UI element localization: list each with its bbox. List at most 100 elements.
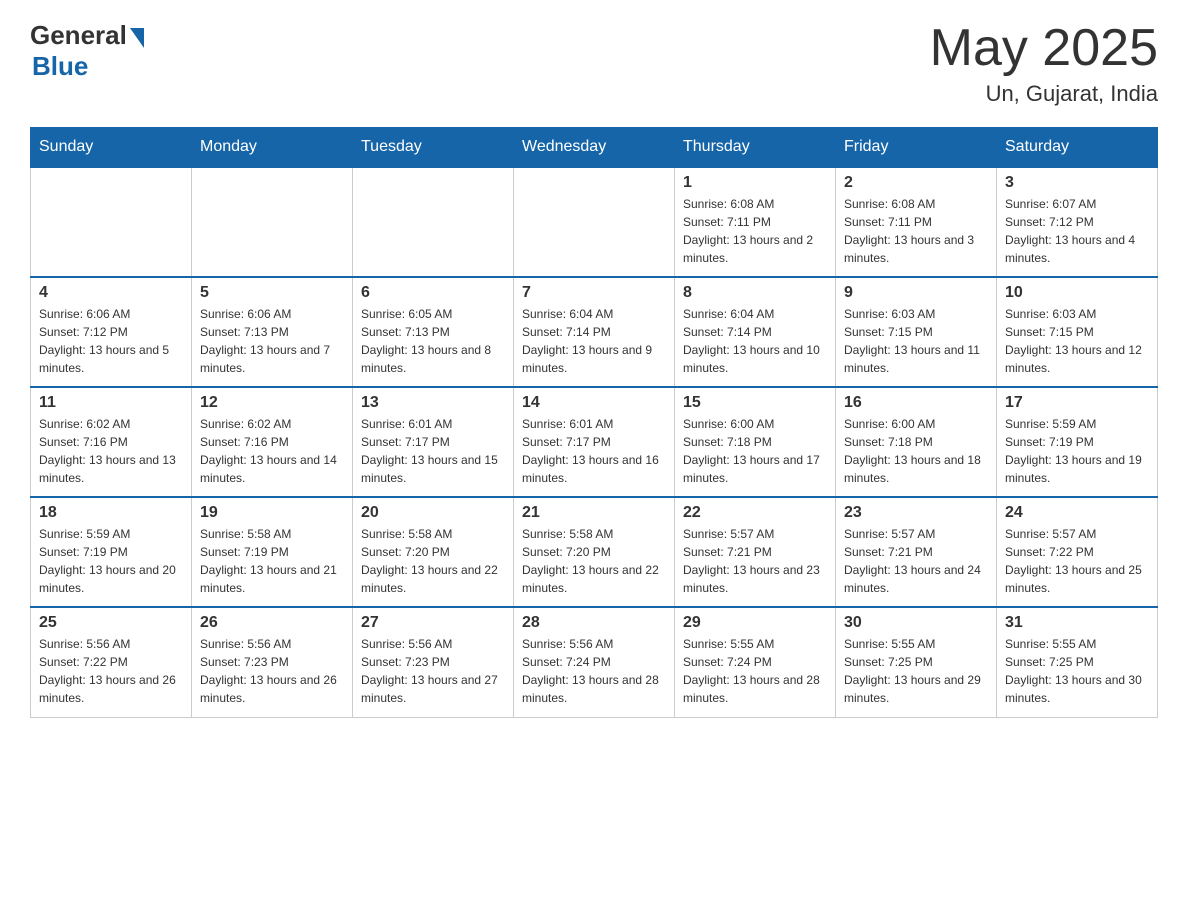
day-number: 29 [683, 614, 827, 632]
day-number: 14 [522, 394, 666, 412]
day-info: Sunrise: 5:56 AMSunset: 7:23 PMDaylight:… [200, 635, 344, 707]
calendar-cell: 19 Sunrise: 5:58 AMSunset: 7:19 PMDayligh… [192, 497, 353, 607]
calendar-cell: 13 Sunrise: 6:01 AMSunset: 7:17 PMDayligh… [353, 387, 514, 497]
day-info: Sunrise: 5:56 AMSunset: 7:22 PMDaylight:… [39, 635, 183, 707]
calendar-cell: 27Sunrise: 5:56 AMSunset: 7:23 PMDayligh… [353, 607, 514, 717]
calendar-cell: 29 Sunrise: 5:55 AMSunset: 7:24 PMDayligh… [675, 607, 836, 717]
calendar-cell: 18 Sunrise: 5:59 AMSunset: 7:19 PMDayligh… [31, 497, 192, 607]
day-number: 28 [522, 614, 666, 632]
day-number: 19 [200, 504, 344, 522]
header-sunday: Sunday [31, 128, 192, 168]
calendar-cell: 28 Sunrise: 5:56 AMSunset: 7:24 PMDayligh… [514, 607, 675, 717]
calendar-cell: 16Sunrise: 6:00 AMSunset: 7:18 PMDayligh… [836, 387, 997, 497]
calendar-cell: 5 Sunrise: 6:06 AMSunset: 7:13 PMDaylight… [192, 277, 353, 387]
day-number: 31 [1005, 614, 1149, 632]
logo-blue-text: Blue [32, 51, 88, 82]
calendar-cell: 7 Sunrise: 6:04 AMSunset: 7:14 PMDaylight… [514, 277, 675, 387]
day-number: 9 [844, 284, 988, 302]
calendar-cell: 8 Sunrise: 6:04 AMSunset: 7:14 PMDaylight… [675, 277, 836, 387]
day-info: Sunrise: 5:57 AMSunset: 7:21 PMDaylight:… [683, 525, 827, 597]
calendar-cell [514, 167, 675, 277]
day-number: 16 [844, 394, 988, 412]
day-info: Sunrise: 6:08 AMSunset: 7:11 PMDaylight:… [844, 195, 988, 267]
day-number: 7 [522, 284, 666, 302]
day-number: 5 [200, 284, 344, 302]
title-section: May 2025 Un, Gujarat, India [930, 20, 1158, 107]
day-number: 24 [1005, 504, 1149, 522]
day-number: 3 [1005, 174, 1149, 192]
day-info: Sunrise: 6:03 AMSunset: 7:15 PMDaylight:… [1005, 305, 1149, 377]
day-info: Sunrise: 5:58 AMSunset: 7:19 PMDaylight:… [200, 525, 344, 597]
day-info: Sunrise: 5:59 AMSunset: 7:19 PMDaylight:… [39, 525, 183, 597]
calendar-cell: 10 Sunrise: 6:03 AMSunset: 7:15 PMDayligh… [997, 277, 1158, 387]
day-info: Sunrise: 5:55 AMSunset: 7:25 PMDaylight:… [844, 635, 988, 707]
calendar-cell: 15Sunrise: 6:00 AMSunset: 7:18 PMDayligh… [675, 387, 836, 497]
logo-general-text: General [30, 20, 127, 51]
logo-triangle-icon [130, 28, 144, 48]
day-info: Sunrise: 6:08 AMSunset: 7:11 PMDaylight:… [683, 195, 827, 267]
calendar-cell: 1 Sunrise: 6:08 AMSunset: 7:11 PMDaylight… [675, 167, 836, 277]
day-number: 18 [39, 504, 183, 522]
header: General Blue May 2025 Un, Gujarat, India [30, 20, 1158, 107]
calendar-week-2: 4 Sunrise: 6:06 AMSunset: 7:12 PMDaylight… [31, 277, 1158, 387]
header-saturday: Saturday [997, 128, 1158, 168]
calendar-week-5: 25 Sunrise: 5:56 AMSunset: 7:22 PMDayligh… [31, 607, 1158, 717]
calendar-cell: 23Sunrise: 5:57 AMSunset: 7:21 PMDayligh… [836, 497, 997, 607]
calendar-cell: 3 Sunrise: 6:07 AMSunset: 7:12 PMDaylight… [997, 167, 1158, 277]
day-info: Sunrise: 6:07 AMSunset: 7:12 PMDaylight:… [1005, 195, 1149, 267]
calendar-table: Sunday Monday Tuesday Wednesday Thursday… [30, 127, 1158, 718]
calendar-cell: 31 Sunrise: 5:55 AMSunset: 7:25 PMDayligh… [997, 607, 1158, 717]
day-number: 15 [683, 394, 827, 412]
day-number: 26 [200, 614, 344, 632]
calendar-cell: 12 Sunrise: 6:02 AMSunset: 7:16 PMDayligh… [192, 387, 353, 497]
day-number: 30 [844, 614, 988, 632]
day-number: 13 [361, 394, 505, 412]
day-info: Sunrise: 6:03 AMSunset: 7:15 PMDaylight:… [844, 305, 988, 377]
logo: General Blue [30, 20, 144, 82]
day-number: 4 [39, 284, 183, 302]
day-info: Sunrise: 6:02 AMSunset: 7:16 PMDaylight:… [39, 415, 183, 487]
day-info: Sunrise: 6:04 AMSunset: 7:14 PMDaylight:… [683, 305, 827, 377]
calendar-cell: 9 Sunrise: 6:03 AMSunset: 7:15 PMDaylight… [836, 277, 997, 387]
day-info: Sunrise: 5:55 AMSunset: 7:25 PMDaylight:… [1005, 635, 1149, 707]
header-tuesday: Tuesday [353, 128, 514, 168]
day-number: 1 [683, 174, 827, 192]
calendar-cell: 2Sunrise: 6:08 AMSunset: 7:11 PMDaylight… [836, 167, 997, 277]
calendar-cell: 24 Sunrise: 5:57 AMSunset: 7:22 PMDayligh… [997, 497, 1158, 607]
day-info: Sunrise: 5:59 AMSunset: 7:19 PMDaylight:… [1005, 415, 1149, 487]
day-info: Sunrise: 5:57 AMSunset: 7:21 PMDaylight:… [844, 525, 988, 597]
day-info: Sunrise: 6:06 AMSunset: 7:13 PMDaylight:… [200, 305, 344, 377]
day-number: 6 [361, 284, 505, 302]
calendar-cell [192, 167, 353, 277]
day-info: Sunrise: 5:56 AMSunset: 7:24 PMDaylight:… [522, 635, 666, 707]
day-info: Sunrise: 5:58 AMSunset: 7:20 PMDaylight:… [361, 525, 505, 597]
calendar-cell: 26 Sunrise: 5:56 AMSunset: 7:23 PMDayligh… [192, 607, 353, 717]
calendar-week-1: 1 Sunrise: 6:08 AMSunset: 7:11 PMDaylight… [31, 167, 1158, 277]
calendar-cell [31, 167, 192, 277]
calendar-cell: 17Sunrise: 5:59 AMSunset: 7:19 PMDayligh… [997, 387, 1158, 497]
month-year-title: May 2025 [930, 20, 1158, 77]
day-info: Sunrise: 6:01 AMSunset: 7:17 PMDaylight:… [361, 415, 505, 487]
day-info: Sunrise: 6:04 AMSunset: 7:14 PMDaylight:… [522, 305, 666, 377]
day-number: 8 [683, 284, 827, 302]
header-monday: Monday [192, 128, 353, 168]
calendar-cell: 22 Sunrise: 5:57 AMSunset: 7:21 PMDayligh… [675, 497, 836, 607]
calendar-cell: 11Sunrise: 6:02 AMSunset: 7:16 PMDayligh… [31, 387, 192, 497]
calendar-cell: 6 Sunrise: 6:05 AMSunset: 7:13 PMDaylight… [353, 277, 514, 387]
day-number: 25 [39, 614, 183, 632]
day-info: Sunrise: 5:57 AMSunset: 7:22 PMDaylight:… [1005, 525, 1149, 597]
day-info: Sunrise: 5:55 AMSunset: 7:24 PMDaylight:… [683, 635, 827, 707]
day-number: 12 [200, 394, 344, 412]
day-info: Sunrise: 6:06 AMSunset: 7:12 PMDaylight:… [39, 305, 183, 377]
calendar-cell [353, 167, 514, 277]
calendar-cell: 20Sunrise: 5:58 AMSunset: 7:20 PMDayligh… [353, 497, 514, 607]
day-number: 22 [683, 504, 827, 522]
calendar-cell: 30 Sunrise: 5:55 AMSunset: 7:25 PMDayligh… [836, 607, 997, 717]
calendar-week-4: 18 Sunrise: 5:59 AMSunset: 7:19 PMDayligh… [31, 497, 1158, 607]
day-info: Sunrise: 6:02 AMSunset: 7:16 PMDaylight:… [200, 415, 344, 487]
day-number: 21 [522, 504, 666, 522]
calendar-week-3: 11Sunrise: 6:02 AMSunset: 7:16 PMDayligh… [31, 387, 1158, 497]
day-info: Sunrise: 6:05 AMSunset: 7:13 PMDaylight:… [361, 305, 505, 377]
header-wednesday: Wednesday [514, 128, 675, 168]
day-number: 10 [1005, 284, 1149, 302]
